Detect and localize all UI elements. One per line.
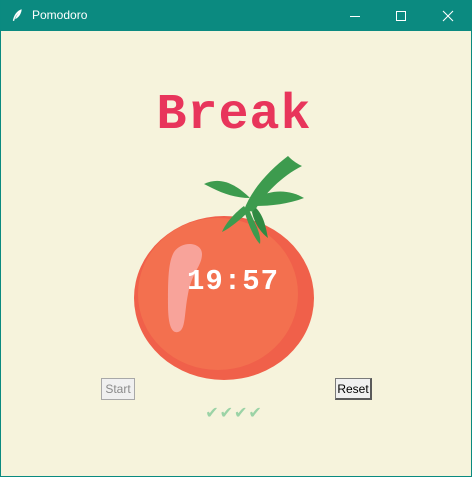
- start-button[interactable]: Start: [101, 378, 135, 400]
- pomodoro-window: Pomodoro Break 19:57 Start Reset ✔✔✔✔: [0, 0, 472, 477]
- minimize-button[interactable]: [332, 0, 378, 31]
- window-title: Pomodoro: [32, 8, 88, 22]
- reset-button[interactable]: Reset: [335, 378, 372, 400]
- status-heading: Break: [156, 87, 312, 144]
- minimize-icon: [350, 15, 360, 17]
- title-bar[interactable]: Pomodoro: [1, 0, 471, 31]
- tomato-leaf-left: [204, 180, 250, 198]
- main-content: Break 19:57 Start Reset ✔✔✔✔: [1, 31, 471, 476]
- maximize-icon: [396, 10, 406, 21]
- maximize-button[interactable]: [378, 0, 424, 31]
- timer-display: 19:57: [186, 265, 279, 298]
- completed-checkmarks: ✔✔✔✔: [205, 403, 263, 422]
- close-icon: [442, 10, 454, 21]
- feather-icon: [12, 9, 22, 22]
- close-button[interactable]: [425, 0, 471, 31]
